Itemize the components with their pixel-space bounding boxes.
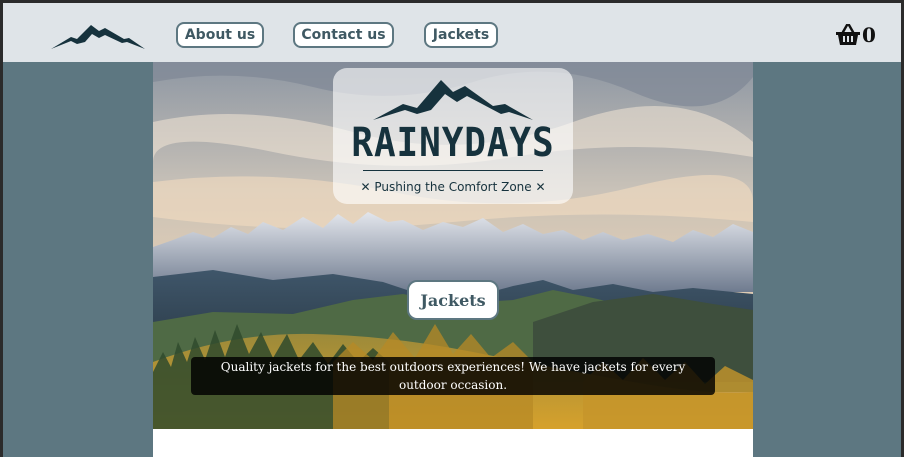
main-content-area xyxy=(153,429,753,457)
brand-mountain-icon xyxy=(373,80,533,120)
cart-button[interactable]: 0 xyxy=(835,21,876,49)
home-logo-link[interactable] xyxy=(49,22,145,56)
brand-tagline: ✕ Pushing the Comfort Zone ✕ xyxy=(360,180,546,194)
mountain-logo-icon xyxy=(51,25,145,49)
window-frame-left xyxy=(0,0,3,457)
hero-section: RAINYDAYS ✕ Pushing the Comfort Zone ✕ J… xyxy=(153,62,753,429)
hero-jackets-button[interactable]: Jackets xyxy=(407,280,499,320)
site-header: About us Contact us Jackets 0 xyxy=(3,3,901,62)
nav-jackets-button[interactable]: Jackets xyxy=(424,22,498,48)
brand-name: RAINYDAYS xyxy=(351,120,555,166)
brand-divider xyxy=(363,170,543,171)
basket-icon xyxy=(836,24,860,45)
nav-contact-us-button[interactable]: Contact us xyxy=(293,22,394,48)
nav-about-us-button[interactable]: About us xyxy=(176,22,264,48)
brand-logo-card: RAINYDAYS ✕ Pushing the Comfort Zone ✕ xyxy=(333,68,573,204)
cart-count: 0 xyxy=(862,23,876,47)
hero-description: Quality jackets for the best outdoors ex… xyxy=(191,357,715,395)
